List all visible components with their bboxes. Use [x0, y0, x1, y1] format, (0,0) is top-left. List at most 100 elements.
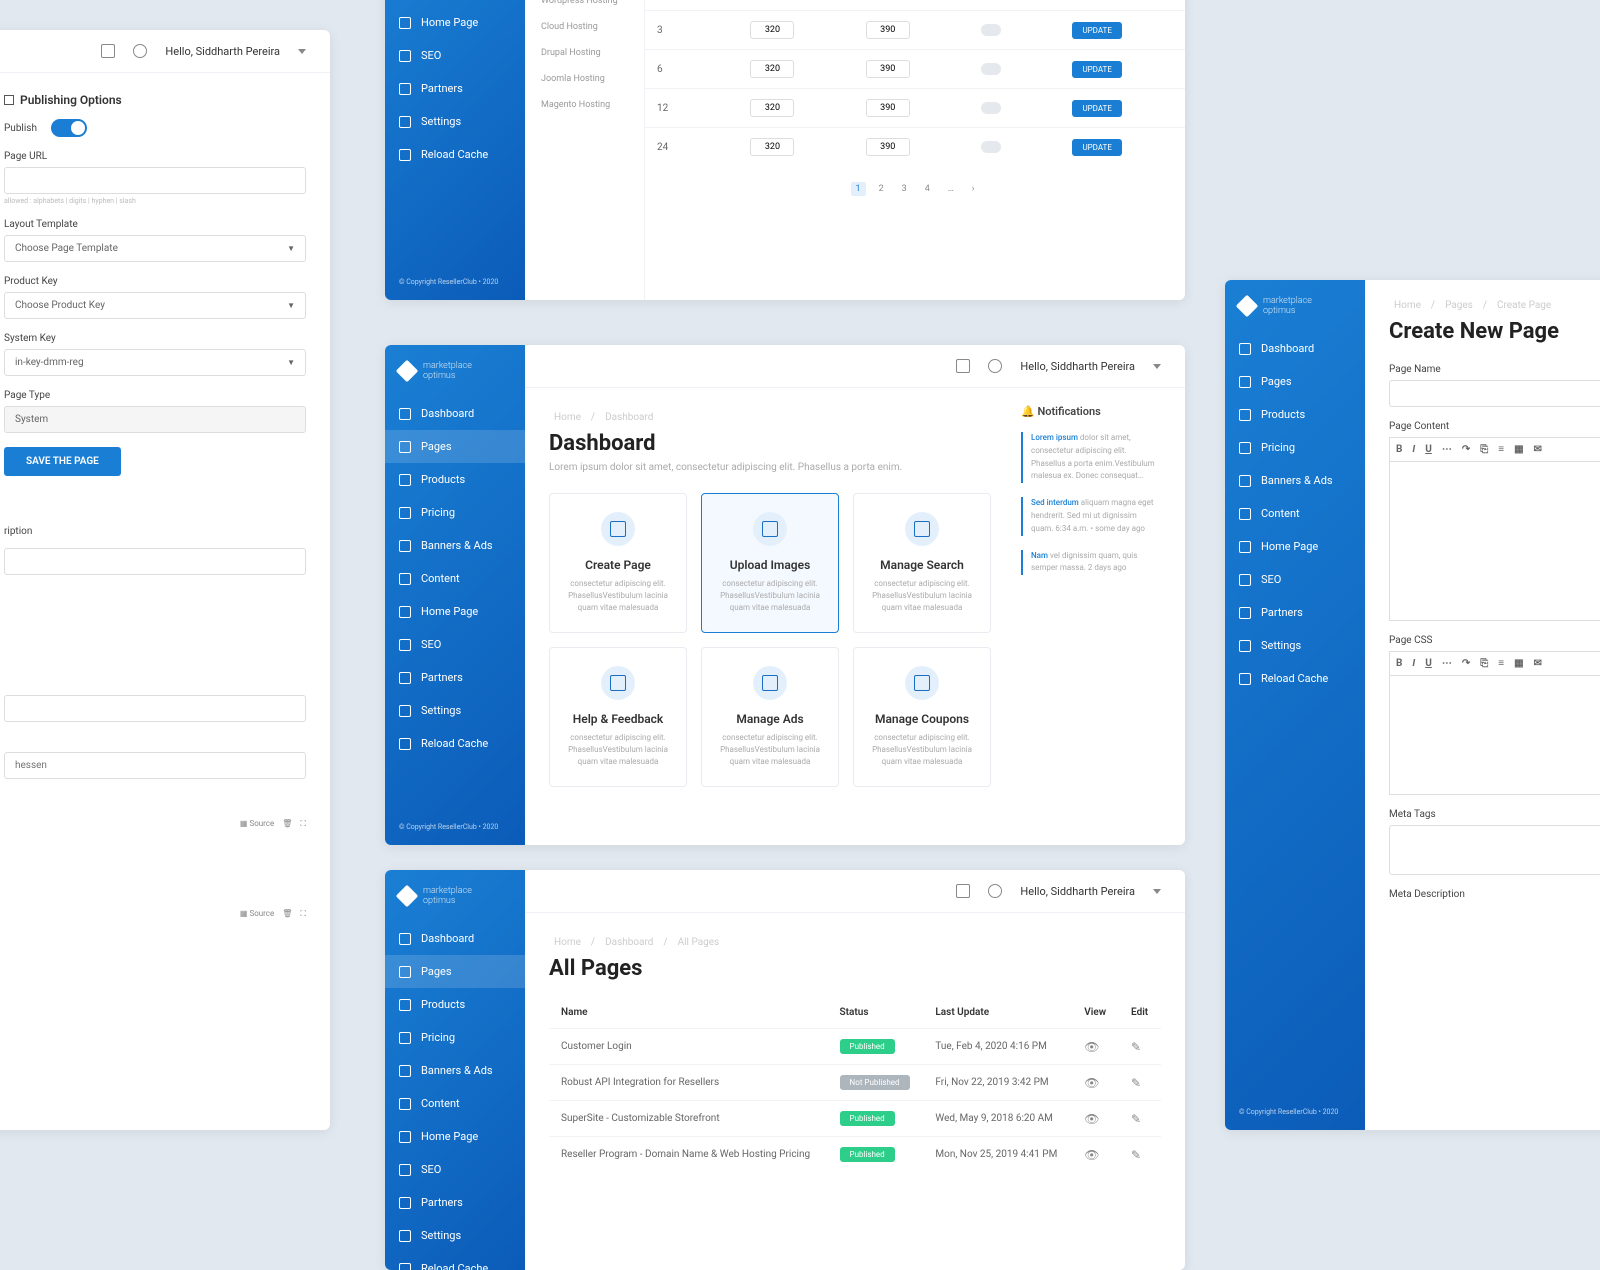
sidebar-item-reload-cache[interactable]: Reload Cache: [385, 727, 525, 760]
mail-icon[interactable]: ✉: [1534, 444, 1542, 455]
mode-icon[interactable]: [101, 44, 115, 58]
notification-item[interactable]: Nam vel dignissim quam, quis semper mass…: [1021, 550, 1161, 576]
sidebar-item-partners[interactable]: Partners: [385, 72, 525, 105]
edit-icon[interactable]: ✎: [1131, 1148, 1141, 1162]
hosting-item[interactable]: Magento Hosting: [525, 92, 644, 118]
layout-select[interactable]: Choose Page Template▼: [4, 235, 306, 262]
sidebar-item-dashboard[interactable]: Dashboard: [1225, 332, 1365, 365]
trash-icon-2[interactable]: 🗑: [282, 909, 292, 919]
redo-icon[interactable]: ↷: [1462, 444, 1470, 455]
css-editor[interactable]: [1389, 675, 1600, 795]
sidebar-item-reload-cache[interactable]: Reload Cache: [385, 138, 525, 171]
underline-icon[interactable]: U: [1425, 658, 1432, 669]
dashboard-card[interactable]: Manage Adsconsectetur adipiscing elit. P…: [701, 647, 839, 787]
sidebar-item-home-page[interactable]: Home Page: [385, 1120, 525, 1153]
more-icon[interactable]: ⋯: [1442, 658, 1452, 669]
source-link-2[interactable]: ▦ Source: [240, 909, 274, 919]
update-button[interactable]: UPDATE: [1072, 61, 1121, 78]
settings-icon[interactable]: [988, 884, 1002, 898]
promo-toggle[interactable]: [981, 24, 1001, 36]
expand-icon-2[interactable]: ⛶: [300, 909, 306, 919]
sidebar-item-reload-cache[interactable]: Reload Cache: [1225, 662, 1365, 695]
view-icon[interactable]: 👁: [1084, 1040, 1099, 1054]
sidebar-item-home-page[interactable]: Home Page: [1225, 530, 1365, 563]
hosting-item[interactable]: Cloud Hosting: [525, 14, 644, 40]
sidebar-item-banners-ads[interactable]: Banners & Ads: [385, 529, 525, 562]
sidebar-item-pages[interactable]: Pages: [385, 955, 525, 988]
sidebar-item-seo[interactable]: SEO: [385, 1153, 525, 1186]
sidebar-item-partners[interactable]: Partners: [385, 661, 525, 694]
clip-icon[interactable]: ⎘: [1480, 444, 1488, 455]
more-icon[interactable]: ⋯: [1442, 444, 1452, 455]
dashboard-card[interactable]: Manage Couponsconsectetur adipiscing eli…: [853, 647, 991, 787]
add-input[interactable]: [750, 60, 794, 78]
update-button[interactable]: UPDATE: [1072, 139, 1121, 156]
grid-icon[interactable]: ▦: [1514, 444, 1523, 455]
save-button[interactable]: SAVE THE PAGE: [4, 447, 121, 476]
renewal-input[interactable]: [866, 60, 910, 78]
sidebar-item-pages[interactable]: Pages: [385, 430, 525, 463]
sidebar-item-seo[interactable]: SEO: [1225, 563, 1365, 596]
chevron-down-icon[interactable]: [298, 49, 306, 54]
sidebar-item-products[interactable]: Products: [385, 988, 525, 1021]
url-input[interactable]: [4, 167, 306, 194]
sidebar-item-settings[interactable]: Settings: [385, 694, 525, 727]
chevron-down-icon[interactable]: [1153, 889, 1161, 894]
renewal-input[interactable]: [866, 21, 910, 39]
promo-toggle[interactable]: [981, 63, 1001, 75]
dashboard-card[interactable]: Upload Imagesconsectetur adipiscing elit…: [701, 493, 839, 633]
redo-icon[interactable]: ↷: [1462, 658, 1470, 669]
mode-icon[interactable]: [956, 359, 970, 373]
chevron-down-icon[interactable]: [1153, 364, 1161, 369]
source-link[interactable]: ▦ Source: [240, 819, 274, 829]
sidebar-item-settings[interactable]: Settings: [1225, 629, 1365, 662]
product-select[interactable]: Choose Product Key▼: [4, 292, 306, 319]
edit-icon[interactable]: ✎: [1131, 1040, 1141, 1054]
mail-icon[interactable]: ✉: [1534, 658, 1542, 669]
list-icon[interactable]: ≡: [1498, 658, 1504, 669]
add-input[interactable]: [750, 138, 794, 156]
sidebar-item-seo[interactable]: SEO: [385, 628, 525, 661]
add-input[interactable]: [750, 21, 794, 39]
sidebar-item-settings[interactable]: Settings: [385, 105, 525, 138]
clip-icon[interactable]: ⎘: [1480, 658, 1488, 669]
grid-icon[interactable]: ▦: [1514, 658, 1523, 669]
sidebar-item-products[interactable]: Products: [1225, 398, 1365, 431]
settings-icon[interactable]: [133, 44, 147, 58]
update-button[interactable]: UPDATE: [1072, 100, 1121, 117]
sidebar-item-home-page[interactable]: Home Page: [385, 6, 525, 39]
sidebar-item-settings[interactable]: Settings: [385, 1219, 525, 1252]
dashboard-card[interactable]: Help & Feedbackconsectetur adipiscing el…: [549, 647, 687, 787]
notification-item[interactable]: Lorem ipsum dolor sit amet, consectetur …: [1021, 432, 1161, 483]
meta-input[interactable]: [1389, 825, 1600, 875]
page-num[interactable]: 2: [874, 182, 889, 196]
sidebar-item-products[interactable]: Products: [385, 463, 525, 496]
page-num[interactable]: 3: [897, 182, 912, 196]
expand-icon[interactable]: ⛶: [300, 819, 306, 829]
sidebar-item-pricing[interactable]: Pricing: [1225, 431, 1365, 464]
sidebar-item-pricing[interactable]: Pricing: [385, 1021, 525, 1054]
hosting-item[interactable]: Wordpress Hosting: [525, 0, 644, 14]
add-input[interactable]: [750, 99, 794, 117]
dashboard-card[interactable]: Manage Searchconsectetur adipiscing elit…: [853, 493, 991, 633]
sidebar-item-content[interactable]: Content: [385, 1087, 525, 1120]
promo-toggle[interactable]: [981, 102, 1001, 114]
desc-input[interactable]: [4, 548, 306, 575]
hosting-item[interactable]: Drupal Hosting: [525, 40, 644, 66]
hosting-item[interactable]: Joomla Hosting: [525, 66, 644, 92]
system-select[interactable]: in-key-dmm-reg▼: [4, 349, 306, 376]
dashboard-card[interactable]: Create Pageconsectetur adipiscing elit. …: [549, 493, 687, 633]
sidebar-item-content[interactable]: Content: [385, 562, 525, 595]
sidebar-item-partners[interactable]: Partners: [385, 1186, 525, 1219]
view-icon[interactable]: 👁: [1084, 1076, 1099, 1090]
hessen-input[interactable]: [4, 752, 306, 779]
promo-toggle[interactable]: [981, 141, 1001, 153]
sidebar-item-partners[interactable]: Partners: [1225, 596, 1365, 629]
mode-icon[interactable]: [956, 884, 970, 898]
list-icon[interactable]: ≡: [1498, 444, 1504, 455]
page-num[interactable]: ›: [967, 182, 980, 196]
sidebar-item-banners-ads[interactable]: Banners & Ads: [385, 1054, 525, 1087]
bold-icon[interactable]: B: [1396, 658, 1402, 669]
settings-icon[interactable]: [988, 359, 1002, 373]
edit-icon[interactable]: ✎: [1131, 1112, 1141, 1126]
